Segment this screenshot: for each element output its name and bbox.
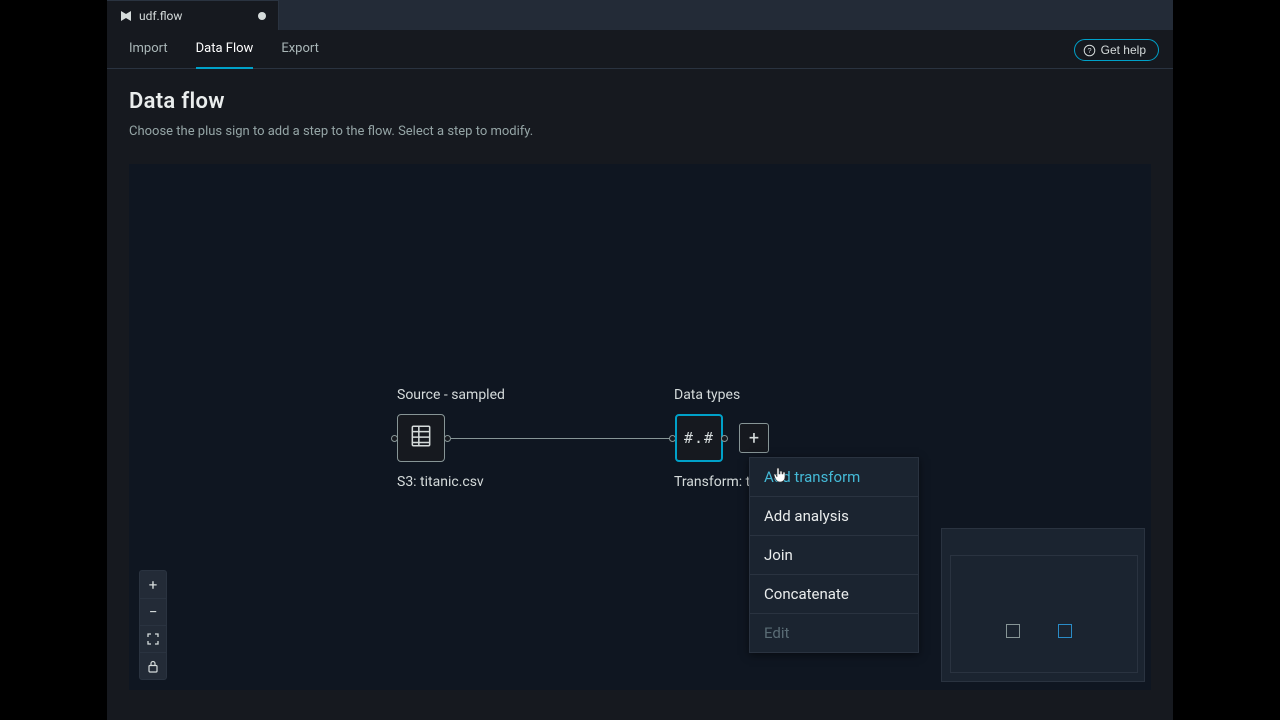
page-subtitle: Choose the plus sign to add a step to th… [129,124,1151,139]
zoom-out-button[interactable]: − [140,598,166,625]
get-help-button[interactable]: ? Get help [1074,39,1159,61]
port-out-icon [444,435,451,442]
menu-item-join[interactable]: Join [750,536,918,575]
file-tab-bar: udf.flow [107,0,1173,30]
datawrangler-logo-icon [119,9,133,23]
question-circle-icon: ? [1083,44,1096,57]
tab-import[interactable]: Import [129,30,168,69]
unsaved-indicator-icon [258,12,266,20]
minimap-viewport [950,555,1138,673]
tab-export[interactable]: Export [281,30,319,69]
node-source[interactable] [397,414,445,462]
context-menu: Add transform Add analysis Join Concaten… [749,457,919,653]
menu-item-add-transform[interactable]: Add transform [750,458,918,497]
file-tab-label: udf.flow [139,9,182,23]
node-datatypes[interactable]: #.# [675,414,723,462]
nav-tabs: Import Data Flow Export ? Get help [107,30,1173,69]
flow-canvas[interactable]: Source - sampled S3: titanic.csv Data ty… [129,164,1151,690]
minimap[interactable] [941,528,1145,682]
plus-icon: + [149,576,158,594]
node-source-label: Source - sampled [397,387,505,403]
zoom-controls: + − [139,570,167,680]
port-out-icon [721,435,728,442]
edge-source-to-datatypes [451,438,673,439]
get-help-label: Get help [1101,43,1146,57]
datatypes-glyph-icon: #.# [684,429,714,447]
node-datatypes-sublabel: Transform: t [674,474,750,490]
zoom-fit-button[interactable] [140,625,166,652]
page-title: Data flow [129,89,1151,114]
svg-text:?: ? [1087,45,1091,54]
zoom-in-button[interactable]: + [140,571,166,598]
page-header: Data flow Choose the plus sign to add a … [107,69,1173,147]
menu-item-edit[interactable]: Edit [750,614,918,652]
menu-item-concatenate[interactable]: Concatenate [750,575,918,614]
node-source-sublabel: S3: titanic.csv [397,474,484,490]
spreadsheet-icon [408,423,434,453]
minus-icon: − [149,603,158,621]
lock-canvas-button[interactable] [140,652,166,679]
plus-icon: + [749,428,759,449]
port-in-icon [391,435,398,442]
node-datatypes-label: Data types [674,387,740,403]
lock-icon [147,660,159,673]
menu-item-add-analysis[interactable]: Add analysis [750,497,918,536]
app-window: udf.flow Import Data Flow Export ? Get h… [107,0,1173,720]
fit-screen-icon [146,632,160,646]
tab-dataflow[interactable]: Data Flow [196,30,254,69]
minimap-node [1006,624,1020,638]
minimap-node [1058,624,1072,638]
file-tab[interactable]: udf.flow [107,0,279,30]
add-step-button[interactable]: + [739,423,769,453]
